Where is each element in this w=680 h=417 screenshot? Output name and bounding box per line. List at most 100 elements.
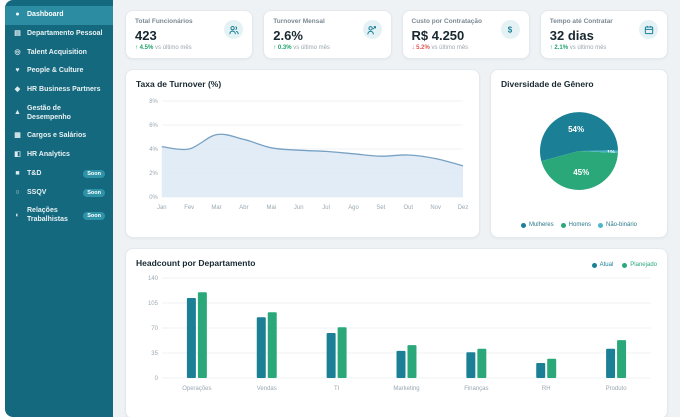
wellbeing-icon: ○	[15, 188, 20, 196]
kpi-card-turnover-mensal: Turnover Mensal 2.6% ↑ 0.3% vs último mês	[263, 10, 392, 59]
legend-dot	[598, 222, 603, 228]
soon-badge: Soon	[83, 188, 105, 198]
user-trend-icon	[362, 20, 382, 39]
kpi-title: Total Funcionários	[135, 18, 193, 25]
sidebar-item-label: Relações Trabalhistas	[27, 207, 68, 223]
svg-text:Produto: Produto	[606, 386, 628, 392]
analytics-icon: ◧	[14, 151, 21, 158]
gender-diversity-title: Diversidade de Gênero	[501, 79, 594, 89]
sidebar-item-label: HR Analytics	[27, 151, 70, 158]
sidebar-item-gest-o-de-desempenho[interactable]: ▲ Gestão de Desempenho	[5, 100, 113, 128]
sidebar-item-label: HR Business Partners	[27, 86, 101, 93]
calendar-icon	[639, 20, 658, 39]
svg-text:Marketing: Marketing	[393, 386, 419, 392]
sidebar-item-departamento-pessoal[interactable]: ▤ Departamento Pessoal	[5, 25, 113, 44]
legend-dot	[520, 222, 526, 228]
sidebar-item-label: Gestão de Desempenho	[27, 104, 71, 121]
svg-text:Out: Out	[403, 205, 413, 211]
sidebar-item-t-d[interactable]: ■ T&D Soon	[5, 165, 113, 184]
svg-text:$: $	[508, 25, 513, 34]
headcount-card: Headcount por Departamento Atual Planejad…	[125, 248, 668, 417]
svg-text:0%: 0%	[149, 195, 158, 201]
sidebar-nav: ● Dashboard ▤ Departamento Pessoal ◎ Talent A…	[5, 6, 113, 230]
svg-text:0: 0	[155, 376, 159, 382]
kpi-title: Custo por Contratação	[411, 18, 482, 25]
kpi-delta: ↑ 0.3% vs último mês	[273, 45, 330, 51]
svg-text:4%: 4%	[149, 147, 158, 153]
svg-text:Operações: Operações	[182, 386, 211, 392]
svg-text:35: 35	[151, 351, 158, 357]
sidebar-item-talent-acquisition[interactable]: ◎ Talent Acquisition	[5, 44, 113, 63]
main-content: Total Funcionários 423 ↑ 4.5% vs último mê…	[113, 0, 680, 417]
headcount-title: Headcount por Departamento	[136, 258, 256, 268]
svg-text:Mai: Mai	[267, 205, 277, 211]
svg-text:Finanças: Finanças	[464, 386, 488, 392]
svg-text:Jul: Jul	[322, 205, 330, 211]
delta-down-arrow: ↓ 5.2%	[411, 45, 430, 51]
svg-text:Set: Set	[376, 205, 385, 211]
sidebar-item-dashboard[interactable]: ● Dashboard	[5, 6, 113, 25]
sidebar-item-rela-es-trabalhistas[interactable]: ◐ Relações Trabalhistas Soon	[5, 202, 113, 230]
svg-text:45%: 45%	[573, 168, 589, 177]
legend-dot	[622, 262, 628, 268]
kpi-value: 2.6%	[273, 28, 303, 43]
headcount-header: Headcount por Departamento Atual Planejad…	[136, 258, 657, 272]
kpi-row: Total Funcionários 423 ↑ 4.5% vs último mê…	[125, 10, 668, 59]
kpi-text: Custo por Contratação R$ 4.250 ↓ 5.2% vs ú…	[412, 18, 482, 51]
svg-text:105: 105	[148, 301, 159, 307]
svg-text:6%: 6%	[149, 123, 158, 129]
svg-text:140: 140	[148, 276, 159, 282]
svg-text:Vendas: Vendas	[257, 386, 277, 392]
dollar-icon: $	[500, 20, 520, 39]
turnover-chart-title: Taxa de Turnover (%)	[136, 79, 222, 89]
kpi-text: Turnover Mensal 2.6% ↑ 0.3% vs último mês	[273, 18, 330, 51]
sidebar-item-ssqv[interactable]: ○ SSQV Soon	[5, 184, 113, 203]
soon-badge: Soon	[83, 211, 105, 221]
culture-heart-icon: ♥	[15, 67, 20, 75]
legend-item-n-o-bin-rio: Não-binário	[598, 222, 637, 228]
svg-text:RH: RH	[542, 386, 551, 392]
svg-text:70: 70	[151, 326, 158, 332]
charts-row: Taxa de Turnover (%) 0% 2% 4% 6% 8% Jan Fev Mar…	[125, 69, 668, 238]
partners-icon: ◆	[14, 86, 21, 93]
kpi-text: Total Funcionários 423 ↑ 4.5% vs último mê…	[135, 18, 193, 51]
people-icon: ▤	[14, 29, 21, 37]
svg-text:54%: 54%	[568, 125, 584, 134]
legend-item-homens: Homens	[560, 222, 591, 228]
svg-text:2%: 2%	[149, 171, 158, 177]
legend-dot	[591, 262, 597, 268]
svg-text:Ago: Ago	[348, 205, 359, 211]
kpi-value: 423	[135, 28, 157, 43]
dashboard-icon: ●	[15, 11, 20, 18]
sidebar-item-hr-analytics[interactable]: ◧ HR Analytics	[5, 146, 113, 165]
soon-badge: Soon	[83, 169, 105, 179]
sidebar-item-hr-business-partners[interactable]: ◆ HR Business Partners	[5, 81, 113, 100]
kpi-title: Turnover Mensal	[273, 18, 325, 25]
sidebar-item-label: SSQV	[27, 188, 47, 196]
kpi-delta: ↑ 4.5% vs último mês	[135, 45, 192, 51]
sidebar: ● Dashboard ▤ Departamento Pessoal ◎ Talent A…	[5, 0, 113, 417]
sidebar-item-cargos-e-sal-rios[interactable]: ▦ Cargos e Salários	[5, 127, 113, 146]
performance-icon: ▲	[14, 109, 21, 117]
sidebar-item-label: Cargos e Salários	[27, 132, 87, 140]
pie-legend: Mulheres Homens Não-binário	[501, 218, 657, 228]
delta-up-arrow: ↑ 2.1%	[549, 45, 569, 51]
hr-dashboard-app: ● Dashboard ▤ Departamento Pessoal ◎ Talent A…	[5, 0, 680, 417]
legend-dot	[560, 222, 566, 228]
svg-text:TI: TI	[334, 386, 340, 392]
sidebar-item-people-culture[interactable]: ♥ People & Culture	[5, 62, 113, 81]
turnover-chart-card: Taxa de Turnover (%) 0% 2% 4% 6% 8% Jan Fev Mar…	[125, 69, 480, 238]
delta-up-arrow: ↑ 4.5%	[135, 45, 154, 51]
svg-text:Nov: Nov	[430, 205, 441, 211]
sidebar-item-label: Departamento Pessoal	[27, 29, 103, 37]
kpi-value: R$ 4.250	[411, 28, 465, 43]
sidebar-item-label: T&D	[27, 169, 42, 177]
svg-text:Mar: Mar	[211, 205, 221, 211]
turnover-area-chart: 0% 2% 4% 6% 8% Jan Fev Mar Abr Mai Jun Jul Ago Set Out…	[149, 99, 469, 211]
bar-legend: Atual Planejado	[591, 262, 657, 268]
talent-icon: ◎	[14, 48, 21, 56]
kpi-value: 32 dias	[549, 28, 594, 43]
svg-text:Dez: Dez	[458, 205, 469, 211]
sidebar-item-label: Dashboard	[27, 11, 64, 18]
legend-item-mulheres: Mulheres	[520, 222, 554, 228]
